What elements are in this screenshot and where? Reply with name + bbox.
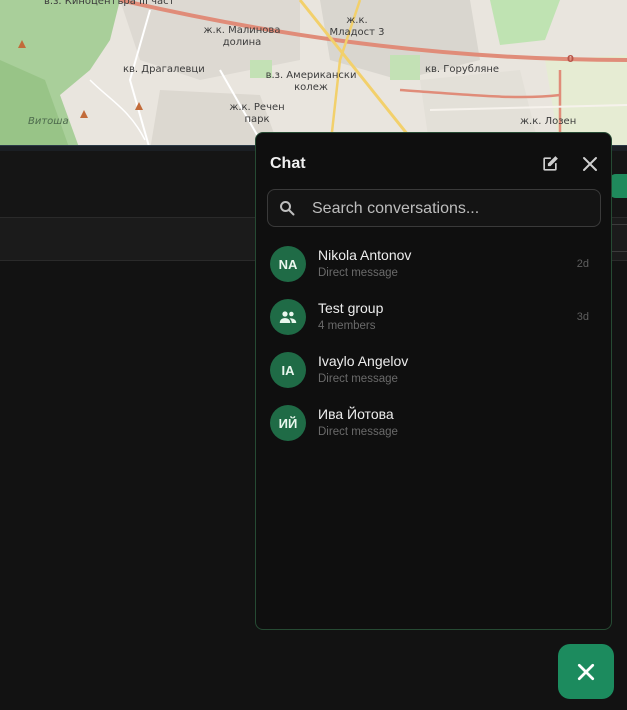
map-label-malinova: ж.к. Малинова долина <box>203 25 281 48</box>
chat-title: Chat <box>270 155 306 172</box>
search-conversations-field[interactable] <box>267 189 601 228</box>
conversation-subtitle: Direct message <box>318 426 398 438</box>
avatar: ИЙ <box>270 405 306 441</box>
chat-panel: Chat NA Nikola Antonov Direct message 2d <box>255 132 612 630</box>
map-label-lozen: ж.к. Лозен <box>520 116 577 127</box>
toggle-chat-fab[interactable] <box>558 644 614 699</box>
conversation-name: Ivaylo Angelov <box>318 353 409 369</box>
close-icon <box>577 663 595 680</box>
conversation-item[interactable]: IA Ivaylo Angelov Direct message <box>256 346 611 399</box>
conversation-name: Test group <box>318 300 384 316</box>
conversation-time: 2d <box>576 258 589 270</box>
conversation-name: Ива Йотова <box>318 406 394 422</box>
conversation-item[interactable]: NA Nikola Antonov Direct message 2d <box>256 240 611 293</box>
conversation-subtitle: 4 members <box>318 320 376 332</box>
map-label-gorublyane: кв. Горубляне <box>425 64 500 75</box>
conversation-item[interactable]: ИЙ Ива Йотова Direct message <box>256 399 611 452</box>
conversation-name: Nikola Antonov <box>318 247 412 263</box>
close-icon <box>583 157 597 171</box>
search-icon <box>280 201 295 216</box>
conversation-item[interactable]: Test group 4 members 3d <box>256 293 611 346</box>
group-icon <box>279 311 297 323</box>
avatar <box>270 299 306 335</box>
conversation-time: 3d <box>576 311 589 323</box>
search-input[interactable] <box>310 190 594 228</box>
map-label-road-number: 0 <box>567 54 574 65</box>
map-label-american-college: в.з. Американски колеж <box>265 70 357 93</box>
map-label-vitosha: Витоша <box>28 116 69 127</box>
conversation-subtitle: Direct message <box>318 373 398 385</box>
avatar: NA <box>270 246 306 282</box>
map-label-mladost: ж.к. Младост 3 <box>329 15 385 38</box>
conversation-subtitle: Direct message <box>318 267 398 279</box>
avatar: IA <box>270 352 306 388</box>
map-label-dragalevtsi: кв. Драгалевци <box>123 64 205 75</box>
close-chat-button[interactable] <box>578 152 602 176</box>
map-label-kinocentara: в.з. Киноцентъра III част <box>44 0 175 7</box>
map-label-rechen-park: ж.к. Речен парк <box>229 102 285 125</box>
compose-icon <box>543 156 558 171</box>
new-conversation-button[interactable] <box>538 152 562 176</box>
map-view[interactable]: в.з. Киноцентъра III част ж.к. Младост 3… <box>0 0 627 150</box>
